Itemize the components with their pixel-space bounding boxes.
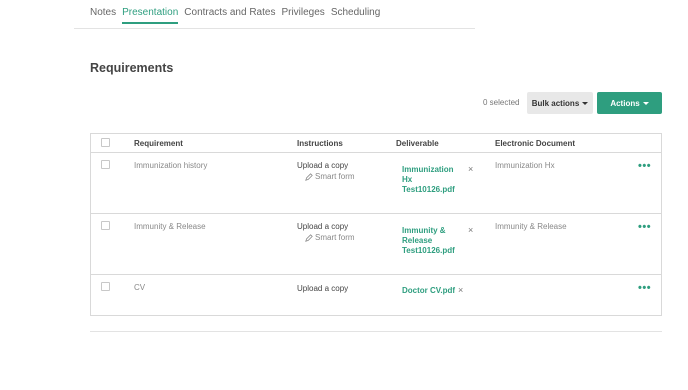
actions-button[interactable]: Actions bbox=[597, 92, 662, 114]
deliverable-line: Immunity & bbox=[402, 226, 446, 235]
deliverable-line: Test10126.pdf bbox=[402, 246, 455, 255]
instructions-text: Upload a copy bbox=[297, 222, 349, 231]
electronic-document-name: Immunity & Release bbox=[495, 222, 567, 231]
table-row: Immunity & Release Upload a copy Smart f… bbox=[91, 214, 661, 275]
caret-down-icon bbox=[642, 101, 649, 105]
section-title: Requirements bbox=[90, 61, 174, 75]
tab-contracts-and-rates[interactable]: Contracts and Rates bbox=[184, 7, 275, 24]
more-options-icon[interactable]: ••• bbox=[638, 282, 651, 294]
close-icon[interactable]: × bbox=[458, 285, 463, 295]
tab-scheduling[interactable]: Scheduling bbox=[331, 7, 380, 24]
smart-form-label: Smart form bbox=[315, 172, 355, 181]
deliverable-line: Test10126.pdf bbox=[402, 185, 455, 194]
header-instructions: Instructions bbox=[297, 139, 343, 148]
row-checkbox[interactable] bbox=[101, 282, 110, 291]
requirement-name: Immunization history bbox=[134, 161, 208, 170]
requirements-table: Requirement Instructions Deliverable Ele… bbox=[90, 133, 662, 316]
more-options-icon[interactable]: ••• bbox=[638, 221, 651, 233]
tab-privileges[interactable]: Privileges bbox=[281, 7, 324, 24]
smart-form-label: Smart form bbox=[315, 233, 355, 242]
close-icon[interactable]: × bbox=[468, 225, 473, 235]
bulk-actions-button[interactable]: Bulk actions bbox=[527, 92, 593, 114]
deliverable-line: Doctor CV.pdf bbox=[402, 286, 456, 295]
deliverable-link[interactable]: Doctor CV.pdf bbox=[402, 286, 455, 296]
deliverable-line: Hx bbox=[402, 175, 413, 184]
bulk-actions-label: Bulk actions bbox=[531, 98, 580, 108]
smart-form-link[interactable]: Smart form bbox=[305, 172, 355, 181]
select-all-checkbox[interactable] bbox=[101, 138, 110, 147]
tab-notes[interactable]: Notes bbox=[90, 7, 116, 24]
section-divider bbox=[90, 331, 662, 332]
actions-label: Actions bbox=[610, 98, 640, 108]
table-row: Immunization history Upload a copy Smart… bbox=[91, 153, 661, 214]
tab-bar: Notes Presentation Contracts and Rates P… bbox=[90, 7, 380, 24]
more-options-icon[interactable]: ••• bbox=[638, 160, 651, 172]
close-icon[interactable]: × bbox=[468, 164, 473, 174]
electronic-document-name: Immunization Hx bbox=[495, 161, 555, 170]
pencil-icon bbox=[305, 172, 313, 181]
instructions-text: Upload a copy bbox=[297, 284, 349, 293]
header-deliverable: Deliverable bbox=[396, 139, 439, 148]
tab-presentation[interactable]: Presentation bbox=[122, 7, 179, 24]
deliverable-line: Immunization bbox=[402, 165, 454, 174]
instructions-text: Upload a copy bbox=[297, 161, 349, 170]
header-electronic-document: Electronic Document bbox=[495, 139, 576, 148]
table-header: Requirement Instructions Deliverable Ele… bbox=[91, 134, 661, 153]
row-checkbox[interactable] bbox=[101, 221, 110, 230]
table-row: CV Upload a copy Doctor CV.pdf × ••• bbox=[91, 275, 661, 316]
pencil-icon bbox=[305, 233, 313, 242]
header-requirement: Requirement bbox=[134, 139, 183, 148]
row-checkbox[interactable] bbox=[101, 160, 110, 169]
requirement-name: CV bbox=[134, 283, 146, 292]
selected-count: 0 selected bbox=[483, 98, 520, 107]
smart-form-link[interactable]: Smart form bbox=[305, 233, 355, 242]
deliverable-link[interactable]: Immunity & Release Test10126.pdf bbox=[402, 226, 455, 256]
deliverable-line: Release bbox=[402, 236, 433, 245]
deliverable-link[interactable]: Immunization Hx Test10126.pdf bbox=[402, 165, 455, 195]
caret-down-icon bbox=[582, 101, 589, 105]
tabs-divider bbox=[74, 28, 475, 29]
requirement-name: Immunity & Release bbox=[134, 222, 206, 231]
